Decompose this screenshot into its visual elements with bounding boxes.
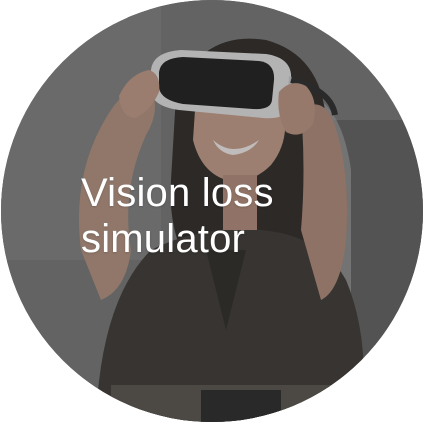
tile-title-line-1: Vision loss	[81, 171, 274, 215]
tile-title-line-2: simulator	[81, 217, 246, 261]
vision-loss-simulator-tile[interactable]: Vision loss simulator	[0, 0, 424, 423]
tile-title: Vision loss simulator	[81, 170, 341, 262]
